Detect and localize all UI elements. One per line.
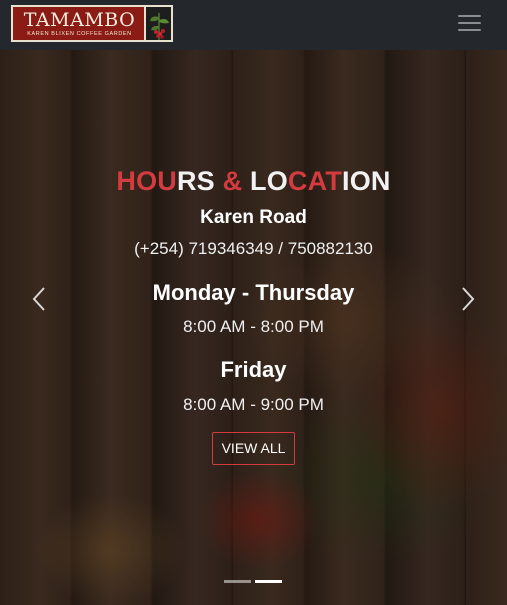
hamburger-menu-icon <box>458 29 481 31</box>
carousel-prev-button[interactable] <box>24 284 54 314</box>
carousel-indicator-active[interactable] <box>255 580 282 583</box>
heading-part: LO <box>250 166 288 196</box>
hero-carousel: HOURS & LOCATION Karen Road (+254) 71934… <box>0 50 507 605</box>
heading-part: RS <box>176 166 215 196</box>
schedule-day: Monday - Thursday <box>152 280 355 305</box>
heading-part: I <box>342 166 350 196</box>
heading-part: CAT <box>287 166 343 196</box>
phone-numbers: (+254) 719346349 / 750882130 <box>134 239 373 258</box>
schedule-hours: 8:00 AM - 9:00 PM <box>183 395 324 414</box>
view-all-button[interactable]: VIEW ALL <box>212 432 295 465</box>
hours-location-heading: HOURS & LOCATION <box>0 166 507 197</box>
coffee-plant-logo-icon <box>144 7 171 40</box>
carousel-caption: HOURS & LOCATION Karen Road (+254) 71934… <box>0 50 507 605</box>
brand-logo[interactable]: TAMAMBO KAREN BLIXEN COFFEE GARDEN <box>11 5 173 42</box>
schedule-day: Friday <box>220 357 287 382</box>
heading-part: HOU <box>116 166 177 196</box>
address-street: Karen Road <box>200 207 307 228</box>
carousel-indicator[interactable] <box>224 580 251 583</box>
carousel-next-button[interactable] <box>453 284 483 314</box>
hamburger-menu-icon <box>458 15 481 17</box>
schedule-hours: 8:00 AM - 8:00 PM <box>183 317 324 336</box>
heading-part: & <box>214 166 251 196</box>
chevron-right-icon <box>462 287 475 311</box>
logo-tagline: KAREN BLIXEN COFFEE GARDEN <box>27 30 132 37</box>
logo-name: TAMAMBO <box>23 8 136 31</box>
menu-toggle-button[interactable] <box>455 10 485 36</box>
top-navbar: TAMAMBO KAREN BLIXEN COFFEE GARDEN <box>0 0 507 50</box>
hamburger-menu-icon <box>458 22 481 24</box>
carousel-indicators <box>224 580 282 583</box>
chevron-left-icon <box>32 287 45 311</box>
heading-part: ON <box>349 166 391 196</box>
logo-wordmark: TAMAMBO KAREN BLIXEN COFFEE GARDEN <box>13 7 144 40</box>
